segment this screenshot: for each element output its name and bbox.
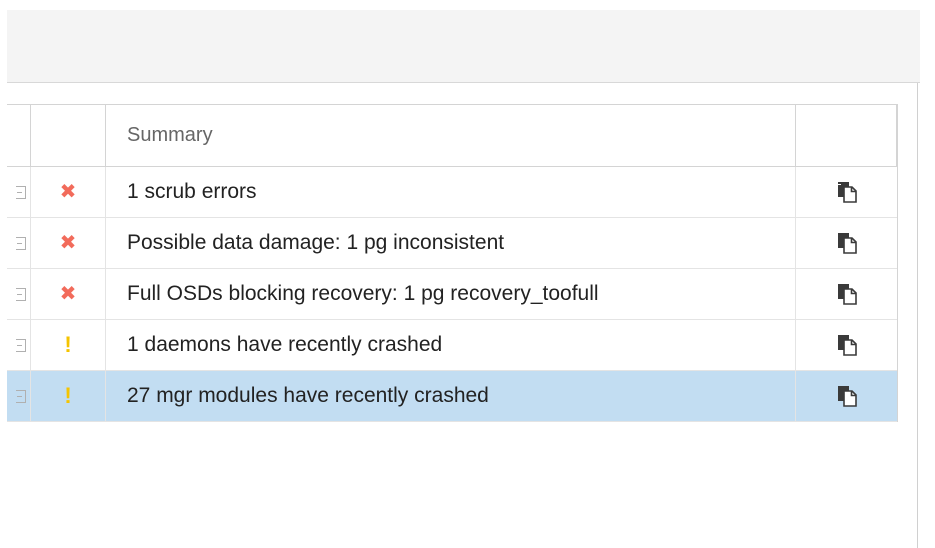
header-summary-column[interactable]: Summary <box>106 105 796 166</box>
grid-header: Summary <box>7 105 897 167</box>
table-row[interactable]: ✖ Possible data damage: 1 pg inconsisten… <box>7 218 897 269</box>
copy-icon[interactable] <box>837 283 857 305</box>
row-summary: Possible data damage: 1 pg inconsistent <box>106 218 796 268</box>
error-x-icon: ✖ <box>59 283 77 305</box>
panel-border <box>917 83 918 548</box>
row-summary: 1 daemons have recently crashed <box>106 320 796 370</box>
row-expander-icon[interactable] <box>16 338 26 352</box>
copy-icon[interactable] <box>837 181 857 203</box>
health-panel: Summary ✖ 1 scrub errors ✖ Possible data… <box>0 0 935 548</box>
row-expander-icon[interactable] <box>16 389 26 403</box>
table-row[interactable]: ✖ Full OSDs blocking recovery: 1 pg reco… <box>7 269 897 320</box>
row-expander-icon[interactable] <box>16 185 26 199</box>
header-expander-column <box>7 105 31 166</box>
row-expander-icon[interactable] <box>16 236 26 250</box>
table-row[interactable]: ! 1 daemons have recently crashed <box>7 320 897 371</box>
table-row-selected[interactable]: ! 27 mgr modules have recently crashed <box>7 371 897 422</box>
copy-icon[interactable] <box>837 385 857 407</box>
row-summary: 1 scrub errors <box>106 167 796 217</box>
row-summary: 27 mgr modules have recently crashed <box>106 371 796 421</box>
error-x-icon: ✖ <box>59 232 77 254</box>
copy-icon[interactable] <box>837 334 857 356</box>
row-expander-icon[interactable] <box>16 287 26 301</box>
copy-icon[interactable] <box>837 232 857 254</box>
row-summary: Full OSDs blocking recovery: 1 pg recove… <box>106 269 796 319</box>
panel-toolbar <box>7 10 920 83</box>
warning-exclamation-icon: ! <box>64 332 72 357</box>
error-x-icon: ✖ <box>59 181 77 203</box>
header-status-column[interactable] <box>31 105 106 166</box>
health-grid: Summary ✖ 1 scrub errors ✖ Possible data… <box>7 104 898 422</box>
table-row[interactable]: ✖ 1 scrub errors <box>7 167 897 218</box>
header-copy-column <box>796 105 897 166</box>
warning-exclamation-icon: ! <box>64 383 72 408</box>
